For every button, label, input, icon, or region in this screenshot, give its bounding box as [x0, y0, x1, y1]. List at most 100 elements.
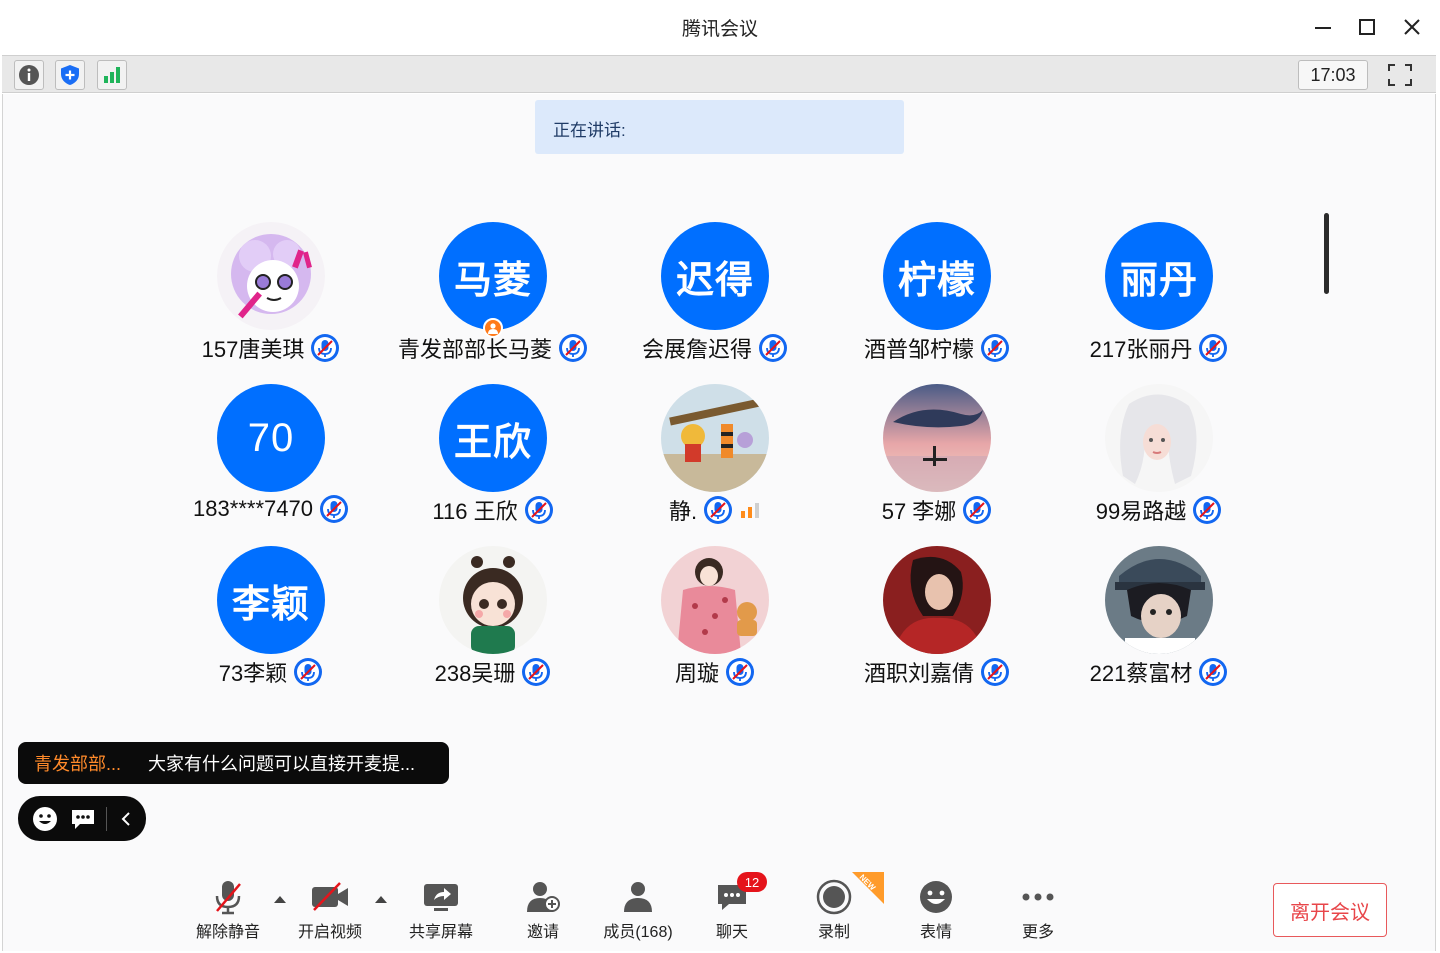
- participant-tile[interactable]: 酒职刘嘉倩: [826, 546, 1048, 696]
- avatar: 马菱: [439, 222, 547, 330]
- security-button[interactable]: [55, 60, 85, 90]
- audio-options-caret[interactable]: [272, 893, 288, 905]
- chat-message-text: 大家有什么问题可以直接开麦提...: [148, 754, 416, 774]
- mic-off-icon: [1193, 496, 1222, 524]
- cartoon-girl-avatar-image: [217, 222, 325, 330]
- mic-muted-icon: [215, 881, 241, 915]
- share-screen-icon: [424, 884, 458, 911]
- mic-off-icon: [294, 658, 323, 686]
- participant-tile[interactable]: 57 李娜: [826, 384, 1048, 534]
- start-video-button[interactable]: 开启视频: [294, 878, 366, 942]
- pink-pajama-girl-avatar-image: [661, 546, 769, 654]
- new-feature-ribbon: NEW: [852, 872, 884, 904]
- participant-name-row: 酒普邹柠檬: [826, 332, 1048, 364]
- avatar: [883, 384, 991, 492]
- participant-tile[interactable]: 221蔡富材: [1048, 546, 1270, 696]
- participant-tile[interactable]: 王欣 116 王欣: [382, 384, 604, 534]
- whale-sunset-avatar-image: [883, 384, 991, 492]
- avatar: 丽丹: [1105, 222, 1213, 330]
- participant-tile[interactable]: 迟得 会展詹迟得: [604, 222, 826, 372]
- avatar: 迟得: [661, 222, 769, 330]
- participant-tile[interactable]: 70 183****7470: [160, 384, 382, 534]
- participant-name-row: 青发部部长马菱: [382, 332, 604, 364]
- participant-name-row: 静.: [604, 494, 826, 526]
- meeting-toolbar: 17:03: [2, 55, 1436, 93]
- share-screen-button[interactable]: 共享屏幕: [404, 878, 478, 942]
- caret-up-icon: [274, 896, 286, 903]
- mic-off-icon: [1199, 658, 1228, 686]
- participant-name: 73李颖: [218, 661, 288, 686]
- mic-off-icon: [726, 658, 754, 686]
- participant-name-row: 183****7470: [160, 494, 382, 524]
- more-button[interactable]: 更多: [1012, 878, 1064, 942]
- start-video-label: 开启视频: [297, 924, 362, 941]
- avatar: [439, 546, 547, 654]
- collapse-reaction-bar-button[interactable]: [111, 796, 141, 841]
- participant-name-row: 99易路越: [1048, 494, 1270, 526]
- speaking-indicator: 正在讲话:: [535, 100, 904, 154]
- participant-name-row: 酒职刘嘉倩: [826, 656, 1048, 688]
- invite-button[interactable]: 邀请: [516, 878, 570, 942]
- participant-tile[interactable]: 157唐美琪: [160, 222, 382, 372]
- cartoon-animals-avatar-image: [661, 384, 769, 492]
- mic-off-icon: [559, 334, 587, 362]
- participant-name-row: 238吴珊: [382, 656, 604, 688]
- fullscreen-icon: [1388, 64, 1412, 86]
- avatar: [217, 222, 325, 330]
- participant-tile[interactable]: 柠檬 酒普邹柠檬: [826, 222, 1048, 372]
- avatar: 李颖: [217, 546, 325, 654]
- chat-label: 聊天: [715, 924, 748, 941]
- meeting-info-button[interactable]: [14, 60, 44, 90]
- unread-chat-badge: 12: [737, 872, 767, 892]
- mic-off-icon: [981, 334, 1009, 362]
- reactions-button[interactable]: 表情: [910, 878, 962, 942]
- chat-button[interactable]: 12 聊天: [706, 872, 767, 942]
- minimize-button[interactable]: [1308, 12, 1338, 42]
- maximize-button[interactable]: [1352, 12, 1382, 42]
- participant-name: 会展詹迟得: [641, 337, 752, 362]
- invite-label: 邀请: [526, 924, 559, 941]
- members-button[interactable]: 成员(168): [598, 878, 678, 942]
- participant-tile[interactable]: 99易路越: [1048, 384, 1270, 534]
- record-icon: [816, 879, 852, 915]
- red-portrait-avatar-image: [883, 546, 991, 654]
- avatar: [661, 384, 769, 492]
- participant-name-row: 217张丽丹: [1048, 332, 1270, 364]
- info-icon: [19, 65, 39, 85]
- participant-name: 酒职刘嘉倩: [863, 661, 974, 686]
- network-status-button[interactable]: [97, 60, 127, 90]
- participant-name-row: 116 王欣: [382, 494, 604, 526]
- leave-meeting-button[interactable]: 离开会议: [1273, 883, 1387, 937]
- emoji-reaction-button[interactable]: [26, 796, 64, 841]
- emoji-icon: [920, 881, 952, 913]
- participant-name: 周璇: [674, 661, 719, 686]
- participant-tile[interactable]: 静.: [604, 384, 826, 534]
- avatar: [1105, 384, 1213, 492]
- quick-chat-button[interactable]: [64, 796, 102, 841]
- gallery-scrollbar[interactable]: [1324, 213, 1329, 294]
- avatar: 柠檬: [883, 222, 991, 330]
- participant-name-row: 221蔡富材: [1048, 656, 1270, 688]
- participant-tile[interactable]: 周璇: [604, 546, 826, 696]
- fullscreen-button[interactable]: [1383, 60, 1417, 90]
- participant-tile[interactable]: 李颖 73李颖: [160, 546, 382, 696]
- maximize-icon: [1359, 19, 1375, 35]
- mic-off-icon: [524, 496, 553, 524]
- participant-tile[interactable]: 马菱 青发部部长马菱: [382, 222, 604, 372]
- unmute-button[interactable]: 解除静音: [192, 878, 264, 942]
- smiley-icon: [33, 806, 57, 831]
- shield-icon: [61, 65, 79, 85]
- close-button[interactable]: [1397, 12, 1427, 42]
- meeting-clock: 17:03: [1298, 60, 1368, 90]
- participant-tile[interactable]: 丽丹 217张丽丹: [1048, 222, 1270, 372]
- avatar: 王欣: [439, 384, 547, 492]
- mic-off-icon: [522, 658, 551, 686]
- participant-tile[interactable]: 238吴珊: [382, 546, 604, 696]
- chat-message-toast[interactable]: 青发部部... 大家有什么问题可以直接开麦提...: [18, 742, 449, 784]
- participant-name-row: 57 李娜: [826, 494, 1048, 526]
- unmute-label: 解除静音: [195, 924, 260, 941]
- video-options-caret[interactable]: [373, 893, 389, 905]
- mic-off-icon: [311, 334, 340, 362]
- participant-name-row: 73李颖: [160, 656, 382, 688]
- mic-off-icon: [704, 496, 733, 524]
